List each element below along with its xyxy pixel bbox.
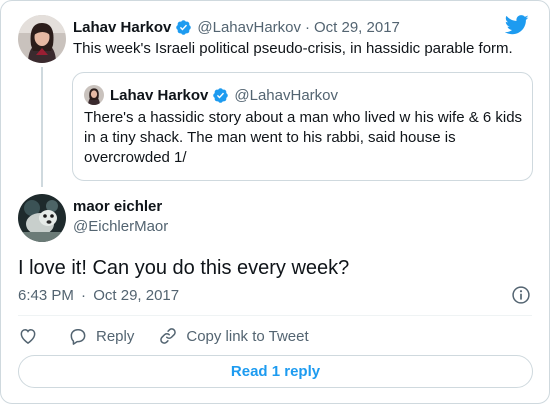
parent-tweet-header: Lahav Harkov @LahavHarkov · Oct 29, 2017 [73, 17, 400, 37]
reply-author-handle[interactable]: @EichlerMaor [73, 218, 168, 235]
quoted-tweet-text: There's a hassidic story about a man who… [84, 109, 523, 166]
parent-author-name[interactable]: Lahav Harkov [73, 19, 171, 36]
timestamp-separator: · [81, 287, 87, 304]
speech-bubble-icon [70, 329, 86, 345]
parent-tweet-date[interactable]: Oct 29, 2017 [314, 19, 400, 36]
header-separator: · [305, 18, 310, 36]
verified-badge-icon [176, 19, 192, 35]
reply-time[interactable]: 6:43 PM [18, 287, 74, 304]
parent-author-avatar[interactable] [18, 15, 66, 63]
like-button[interactable] [18, 326, 38, 346]
reply-author-name[interactable]: maor eichler [73, 198, 162, 215]
tweet-actions: Reply Copy link to Tweet [18, 325, 309, 347]
quoted-author-name: Lahav Harkov [110, 86, 209, 104]
reply-button-label: Reply [96, 327, 135, 345]
quoted-author-avatar [84, 85, 104, 105]
embedded-tweet-card: Lahav Harkov @LahavHarkov · Oct 29, 2017… [0, 0, 550, 404]
copy-link-label: Copy link to Tweet [186, 327, 309, 345]
parent-tweet-text: This week's Israeli political pseudo-cri… [73, 40, 513, 57]
reply-timestamp[interactable]: 6:43 PM · Oct 29, 2017 [18, 287, 179, 304]
quoted-tweet-header: Lahav Harkov @LahavHarkov [110, 85, 338, 105]
quoted-author-handle: @LahavHarkov [234, 86, 338, 104]
reply-tweet-text: I love it! Can you do this every week? [18, 257, 350, 279]
heart-icon [20, 328, 36, 344]
copy-link-button[interactable]: Copy link to Tweet [158, 326, 309, 346]
reply-button[interactable]: Reply [68, 326, 134, 346]
read-replies-button[interactable]: Read 1 reply [18, 355, 533, 388]
twitter-bird-logo-icon[interactable] [505, 15, 529, 35]
parent-author-handle[interactable]: @LahavHarkov [197, 19, 301, 36]
reply-author-avatar[interactable] [18, 194, 66, 242]
reply-date[interactable]: Oct 29, 2017 [93, 287, 179, 304]
link-icon [160, 328, 177, 344]
verified-badge-icon [213, 87, 229, 103]
action-divider [18, 315, 532, 316]
info-icon[interactable] [511, 285, 531, 305]
thread-connector-line [41, 67, 43, 187]
quoted-tweet[interactable]: Lahav Harkov @LahavHarkov There's a hass… [72, 72, 533, 181]
